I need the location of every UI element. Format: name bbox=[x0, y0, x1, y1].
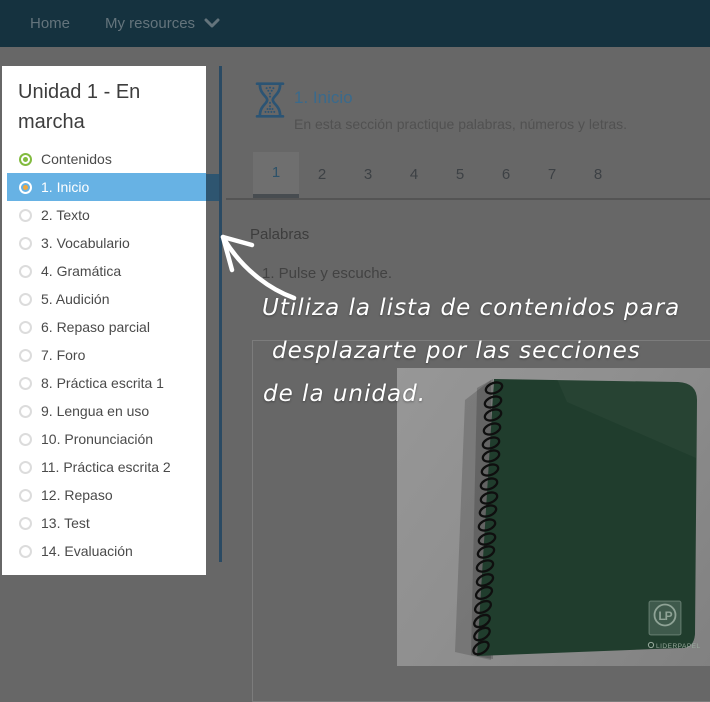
circle-icon bbox=[19, 461, 32, 474]
sidebar-item-label: 13. Test bbox=[41, 515, 90, 531]
circle-icon bbox=[19, 293, 32, 306]
hourglass-icon bbox=[252, 82, 288, 118]
circle-icon bbox=[19, 265, 32, 278]
contents-list: Contenidos 1. Inicio 2. Texto 3. Vocabul… bbox=[2, 145, 206, 565]
circle-icon bbox=[19, 377, 32, 390]
nav-my-resources-label: My resources bbox=[105, 15, 195, 32]
sidebar-item-contenidos[interactable]: Contenidos bbox=[7, 145, 206, 173]
sidebar-item-foro[interactable]: 7. Foro bbox=[7, 341, 206, 369]
notebook-image[interactable]: LP LIDERPAPEL bbox=[397, 368, 710, 666]
current-ring-icon bbox=[19, 181, 32, 194]
sidebar-item-label: 5. Audición bbox=[41, 291, 110, 307]
sidebar-item-label: 2. Texto bbox=[41, 207, 90, 223]
top-navbar: Home My resources bbox=[0, 0, 710, 47]
sidebar-item-gramatica[interactable]: 4. Gramática bbox=[7, 257, 206, 285]
sidebar-item-label: 11. Práctica escrita 2 bbox=[41, 459, 171, 475]
notebook-illustration: LP LIDERPAPEL bbox=[397, 368, 710, 666]
sidebar-item-inicio[interactable]: 1. Inicio bbox=[7, 173, 206, 201]
page-tab-7[interactable]: 7 bbox=[529, 152, 575, 198]
tutorial-text-line3: de la unidad. bbox=[263, 381, 426, 407]
sidebar-item-label: 10. Pronunciación bbox=[41, 431, 153, 447]
sidebar-item-pronunciacion[interactable]: 10. Pronunciación bbox=[7, 425, 206, 453]
sidebar-item-label: 1. Inicio bbox=[41, 179, 89, 195]
page-tab-3[interactable]: 3 bbox=[345, 152, 391, 198]
circle-icon bbox=[19, 433, 32, 446]
circle-icon bbox=[19, 405, 32, 418]
tutorial-text-line2: desplazarte por las secciones bbox=[272, 338, 641, 364]
sidebar-item-practica-escrita-2[interactable]: 11. Práctica escrita 2 bbox=[7, 453, 206, 481]
section-subtitle: En esta sección practique palabras, núme… bbox=[294, 116, 627, 132]
circle-icon bbox=[19, 545, 32, 558]
sidebar-item-label: 7. Foro bbox=[41, 347, 85, 363]
sidebar-item-label: 3. Vocabulario bbox=[41, 235, 130, 251]
sidebar-item-repaso-parcial[interactable]: 6. Repaso parcial bbox=[7, 313, 206, 341]
circle-icon bbox=[19, 349, 32, 362]
page-tab-8[interactable]: 8 bbox=[575, 152, 621, 198]
active-item-highlight-extension bbox=[206, 174, 219, 201]
sidebar-item-label: Contenidos bbox=[41, 151, 112, 167]
sidebar-item-test[interactable]: 13. Test bbox=[7, 509, 206, 537]
sidebar-item-label: 12. Repaso bbox=[41, 487, 113, 503]
page-tab-2[interactable]: 2 bbox=[299, 152, 345, 198]
sidebar-item-texto[interactable]: 2. Texto bbox=[7, 201, 206, 229]
sidebar-item-evaluacion[interactable]: 14. Evaluación bbox=[7, 537, 206, 565]
page-tab-4[interactable]: 4 bbox=[391, 152, 437, 198]
sidebar-item-label: 4. Gramática bbox=[41, 263, 121, 279]
pagination-tabs: 1 2 3 4 5 6 7 8 bbox=[253, 152, 621, 198]
sidebar: Unidad 1 - En marcha Contenidos 1. Inici… bbox=[2, 66, 206, 575]
logo-monogram: LP bbox=[658, 609, 672, 623]
nav-home[interactable]: Home bbox=[30, 15, 70, 32]
sidebar-item-label: 6. Repaso parcial bbox=[41, 319, 150, 335]
nav-home-label: Home bbox=[30, 15, 70, 32]
sidebar-item-label: 9. Lengua en uso bbox=[41, 403, 149, 419]
page-tab-6[interactable]: 6 bbox=[483, 152, 529, 198]
chevron-down-icon bbox=[204, 18, 220, 29]
nav-my-resources[interactable]: My resources bbox=[105, 15, 220, 32]
section-title: 1. Inicio bbox=[294, 88, 353, 108]
circle-icon bbox=[19, 321, 32, 334]
sidebar-divider-line bbox=[219, 66, 222, 562]
circle-icon bbox=[19, 489, 32, 502]
sidebar-item-audicion[interactable]: 5. Audición bbox=[7, 285, 206, 313]
logo-brand-text: LIDERPAPEL bbox=[656, 643, 701, 650]
circle-icon bbox=[19, 209, 32, 222]
sidebar-item-vocabulario[interactable]: 3. Vocabulario bbox=[7, 229, 206, 257]
sidebar-item-label: 8. Práctica escrita 1 bbox=[41, 375, 164, 391]
page-tab-5[interactable]: 5 bbox=[437, 152, 483, 198]
tutorial-text-line1: Utiliza la lista de contenidos para bbox=[262, 295, 680, 321]
sidebar-item-label: 14. Evaluación bbox=[41, 543, 133, 559]
sidebar-item-lengua-en-uso[interactable]: 9. Lengua en uso bbox=[7, 397, 206, 425]
circle-icon bbox=[19, 517, 32, 530]
tutorial-arrow-icon bbox=[208, 228, 300, 304]
unit-title: Unidad 1 - En marcha bbox=[18, 77, 180, 137]
sidebar-item-repaso[interactable]: 12. Repaso bbox=[7, 481, 206, 509]
sidebar-item-practica-escrita-1[interactable]: 8. Práctica escrita 1 bbox=[7, 369, 206, 397]
circle-icon bbox=[19, 237, 32, 250]
tab-row-border bbox=[226, 198, 710, 200]
done-ring-icon bbox=[19, 153, 32, 166]
page-tab-1[interactable]: 1 bbox=[253, 152, 299, 198]
